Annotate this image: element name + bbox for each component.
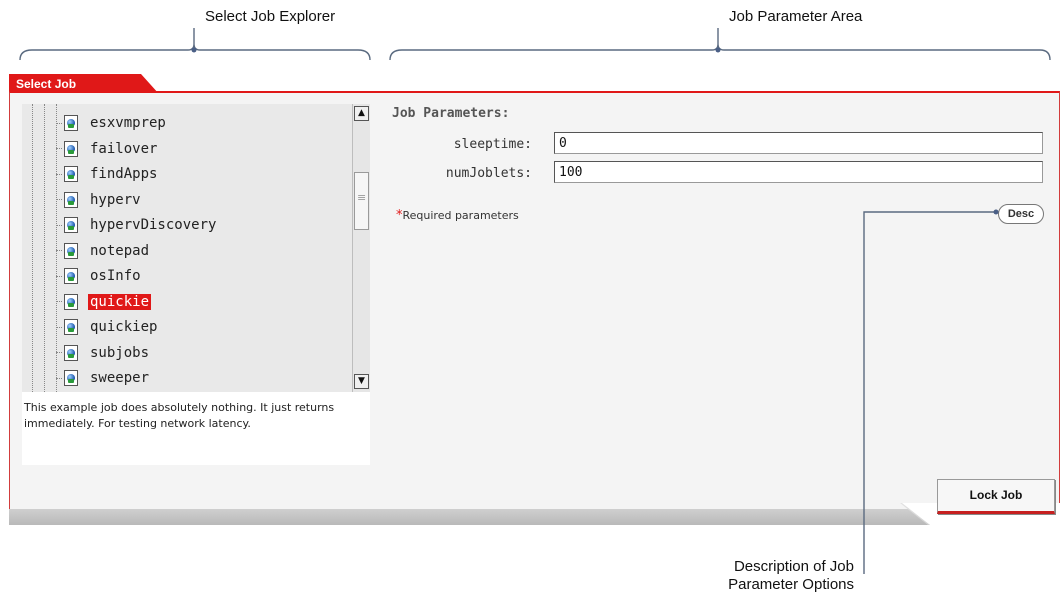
callout-job-parameter-area: Job Parameter Area: [729, 8, 863, 25]
job-document-icon: [64, 370, 78, 386]
job-description: This example job does absolutely nothing…: [24, 401, 335, 430]
job-document-icon: [64, 268, 78, 284]
tree-item-label: hyperv: [90, 191, 141, 208]
tree-item-label: quickiep: [90, 319, 158, 335]
tree-item-failover[interactable]: failover: [56, 136, 159, 162]
tree-item-hypervdiscovery[interactable]: hypervDiscovery: [56, 212, 218, 238]
tree-item-sweeper[interactable]: sweeper: [56, 365, 151, 391]
tree-item-label: osInfo: [90, 268, 141, 284]
tree-item-quickie[interactable]: quickie: [56, 289, 152, 315]
tree-item-label: esxvmprep: [90, 115, 166, 131]
scroll-up-icon[interactable]: ▲: [354, 106, 369, 121]
job-document-icon: [64, 293, 78, 310]
desc-button[interactable]: Desc: [998, 204, 1044, 224]
tree-item-quickiep[interactable]: quickiep: [56, 314, 159, 340]
params-brace: [389, 28, 1051, 61]
tree-item-label: quickie: [88, 293, 152, 310]
tree-item-subjobs[interactable]: subjobs: [56, 340, 151, 366]
explorer-brace: [19, 28, 371, 61]
tree-guide-line: [44, 104, 45, 392]
job-explorer: esxvmprep failover findApps hyperv hypervDis…: [22, 104, 370, 465]
job-document-icon: [64, 319, 78, 335]
job-document-icon: [64, 242, 78, 259]
callout-desc-line2: Parameter Options: [728, 576, 854, 593]
callout-select-job-explorer: Select Job Explorer: [205, 8, 336, 25]
tree-connector: [56, 326, 62, 328]
scroll-down-icon[interactable]: ▼: [354, 374, 369, 389]
tree-connector: [56, 173, 62, 175]
lock-job-button[interactable]: Lock Job: [937, 479, 1055, 514]
param-label-numjoblets: numJoblets:: [445, 166, 532, 181]
tree-item-hyperv[interactable]: hyperv: [56, 187, 143, 213]
job-document-icon: [64, 140, 78, 157]
tree-item-notepad[interactable]: notepad: [56, 238, 151, 264]
tree-connector: [56, 250, 62, 251]
tree-item-findapps[interactable]: findApps: [56, 161, 159, 187]
required-text: Required parameters: [402, 209, 519, 222]
job-document-icon: [64, 217, 78, 233]
tree-item-label: failover: [90, 140, 158, 157]
tree-item-esxvmprep[interactable]: esxvmprep: [56, 110, 168, 136]
required-note: *Required parameters: [396, 208, 519, 223]
tree-connector: [56, 275, 62, 277]
tree-guide-line: [32, 104, 33, 392]
tree-item-label: notepad: [90, 242, 150, 259]
job-document-icon: [64, 191, 78, 208]
tree-connector: [56, 148, 62, 149]
callout-desc-line1: Description of Job: [733, 558, 854, 575]
tree-scrollbar[interactable]: ▲ ▼: [352, 104, 370, 392]
job-document-icon: [64, 344, 78, 361]
numjoblets-input[interactable]: [554, 161, 1043, 183]
tree-item-label: hypervDiscovery: [90, 217, 217, 233]
desc-callout-line: [863, 209, 999, 574]
tree-connector: [56, 199, 62, 200]
tree-item-label: findApps: [90, 166, 158, 182]
job-parameters-heading: Job Parameters:: [392, 106, 510, 121]
scroll-thumb[interactable]: [354, 172, 369, 230]
param-label-sleeptime: sleeptime:: [453, 137, 532, 152]
tree-connector: [56, 224, 62, 226]
job-tree[interactable]: esxvmprep failover findApps hyperv hypervDis…: [22, 104, 352, 392]
job-document-icon: [64, 166, 78, 182]
tree-item-label: sweeper: [90, 370, 150, 386]
tree-connector: [56, 122, 62, 124]
tree-connector: [56, 352, 62, 353]
sleeptime-input[interactable]: [554, 132, 1043, 154]
tree-item-label: subjobs: [90, 344, 150, 361]
tree-connector: [56, 301, 62, 302]
job-document-icon: [64, 115, 78, 131]
tree-connector: [56, 377, 62, 379]
tree-item-osinfo[interactable]: osInfo: [56, 263, 143, 289]
